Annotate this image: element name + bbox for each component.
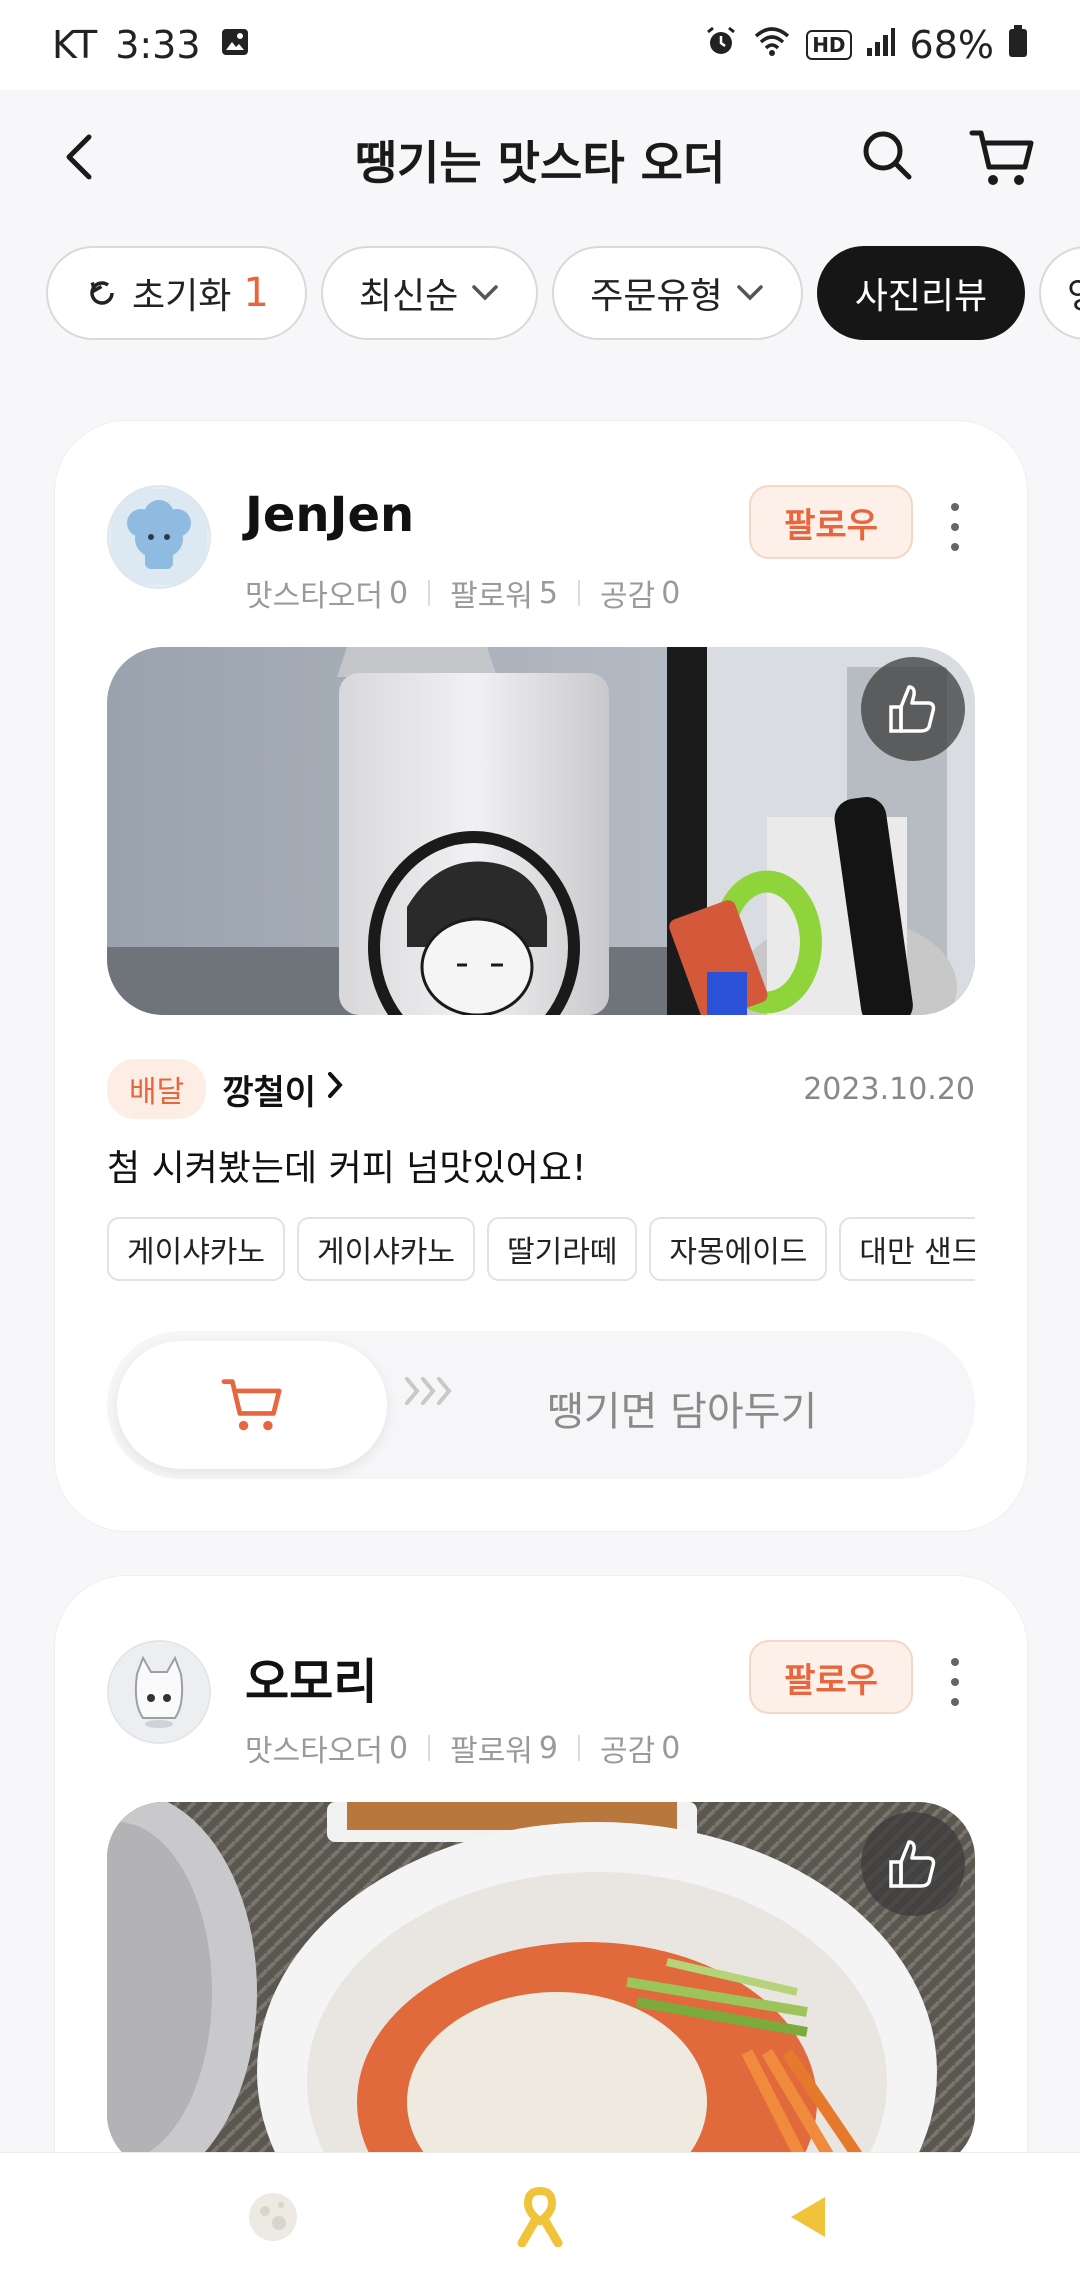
signal-icon — [866, 23, 896, 67]
search-icon — [863, 131, 912, 180]
app-header: 땡기는 맛스타 오더 — [0, 90, 1080, 230]
back-triangle-icon[interactable] — [762, 2172, 852, 2262]
slider-handle[interactable] — [117, 1341, 387, 1469]
store-link[interactable]: 깡철이 — [222, 1065, 316, 1114]
carrier-label: KT — [52, 23, 98, 67]
order-info-row: 배달 깡철이 2023.10.20 — [107, 1059, 975, 1119]
chevron-arrows-icon — [403, 1373, 457, 1419]
photo-review-chip[interactable]: 사진리뷰 — [816, 246, 1026, 340]
photo-review-label: 사진리뷰 — [854, 276, 988, 317]
reset-filter-chip[interactable]: 초기화 1 — [46, 246, 307, 340]
back-button[interactable] — [44, 122, 114, 192]
chevron-right-icon[interactable] — [326, 1069, 344, 1109]
orders-stat-label: 맛스타오더 — [245, 579, 383, 614]
menu-tag[interactable]: 게이샤카노 — [107, 1217, 285, 1281]
gallery-icon — [219, 23, 251, 67]
likes-stat-label: 공감 — [600, 579, 656, 614]
menu-tag[interactable]: 딸기라떼 — [487, 1217, 638, 1281]
avatar[interactable] — [107, 1640, 211, 1744]
bottom-nav — [0, 2152, 1080, 2280]
status-bar: KT 3:33 HD 68% — [0, 0, 1080, 90]
stat-divider — [428, 1735, 431, 1761]
cart-button[interactable] — [964, 120, 1040, 196]
followers-stat-label: 팔로워 — [450, 1734, 533, 1769]
ghost-avatar-icon — [111, 1644, 207, 1740]
sort-label: 최신순 — [358, 276, 459, 317]
stat-divider — [578, 1735, 580, 1761]
followers-stat-value: 5 — [538, 575, 558, 611]
review-text: 첨 시켜봤는데 커피 넘맛있어요! — [107, 1148, 587, 1189]
order-type-chip[interactable]: 주문유형 — [552, 246, 803, 340]
followers-stat-value: 9 — [538, 1730, 558, 1766]
battery-label: 68% — [909, 23, 994, 67]
follow-button[interactable]: 팔로우 — [749, 485, 913, 559]
likes-stat-value: 0 — [661, 575, 681, 611]
username[interactable]: JenJen — [245, 487, 414, 543]
menu-tags: 게이샤카노 게이샤카노 딸기라떼 자몽에이드 대만 샌드위 — [107, 1217, 975, 1281]
orders-stat-label: 맛스타오더 — [245, 1734, 383, 1769]
chevron-down-icon — [472, 285, 498, 301]
username[interactable]: 오모리 — [245, 1642, 377, 1712]
order-type-label: 주문유형 — [590, 276, 723, 317]
like-button[interactable] — [861, 657, 965, 761]
chevron-down-icon — [736, 285, 763, 301]
stat-divider — [578, 580, 580, 606]
cart-icon — [969, 130, 1034, 185]
moon-icon[interactable] — [228, 2172, 318, 2262]
reset-label: 초기화 — [132, 276, 232, 317]
stat-divider — [428, 580, 431, 606]
cart-icon — [221, 1379, 282, 1431]
truncated-filter-label: 영 — [1067, 267, 1080, 319]
review-photo[interactable] — [107, 647, 975, 1015]
wifi-icon — [752, 23, 792, 67]
review-card: JenJen 맛스타오더 0 팔로워 5 공감 0 팔로우 배달 깡철이 202… — [54, 420, 1028, 1532]
slider-label: 땡기면 담아두기 — [547, 1389, 818, 1435]
menu-tag[interactable]: 자몽에이드 — [649, 1217, 828, 1281]
search-button[interactable] — [852, 120, 922, 190]
ribbon-icon[interactable] — [495, 2172, 585, 2262]
filter-bar: 초기화 1 최신순 주문유형 사진리뷰 영 — [46, 246, 1080, 340]
page-title: 땡기는 맛스타 오더 — [354, 136, 726, 190]
dino-avatar-icon — [111, 489, 207, 585]
orders-stat-value: 0 — [389, 1730, 409, 1766]
like-button[interactable] — [861, 1812, 965, 1916]
photo-image — [107, 647, 975, 1015]
orders-stat-value: 0 — [389, 575, 409, 611]
followers-stat-label: 팔로워 — [450, 579, 533, 614]
follow-button[interactable]: 팔로우 — [749, 1640, 913, 1714]
refresh-icon — [90, 281, 114, 305]
alarm-icon — [704, 23, 738, 67]
add-to-cart-slider[interactable]: 땡기면 담아두기 — [107, 1331, 975, 1479]
avatar[interactable] — [107, 485, 211, 589]
menu-tag[interactable]: 대만 샌드위 — [839, 1217, 975, 1281]
clock: 3:33 — [115, 23, 201, 67]
user-stats: 맛스타오더 0 팔로워 5 공감 0 — [245, 571, 680, 615]
truncated-filter-chip[interactable]: 영 — [1039, 246, 1080, 340]
user-stats: 맛스타오더 0 팔로워 9 공감 0 — [245, 1726, 680, 1770]
back-icon — [66, 134, 92, 180]
review-photo[interactable] — [107, 1802, 975, 2170]
likes-stat-label: 공감 — [600, 1734, 656, 1769]
filter-count: 1 — [243, 270, 269, 316]
photo-image — [107, 1802, 975, 2170]
likes-stat-value: 0 — [661, 1730, 681, 1766]
more-options-icon[interactable] — [935, 497, 975, 557]
menu-tag[interactable]: 게이샤카노 — [297, 1217, 475, 1281]
thumbs-up-icon — [889, 685, 936, 733]
battery-icon — [1008, 23, 1028, 67]
more-options-icon[interactable] — [935, 1652, 975, 1712]
review-date: 2023.10.20 — [803, 1071, 975, 1107]
sort-chip[interactable]: 최신순 — [320, 246, 539, 340]
order-type-badge: 배달 — [107, 1059, 207, 1119]
thumbs-up-icon — [889, 1840, 936, 1888]
hd-voice-icon: HD — [806, 30, 852, 60]
